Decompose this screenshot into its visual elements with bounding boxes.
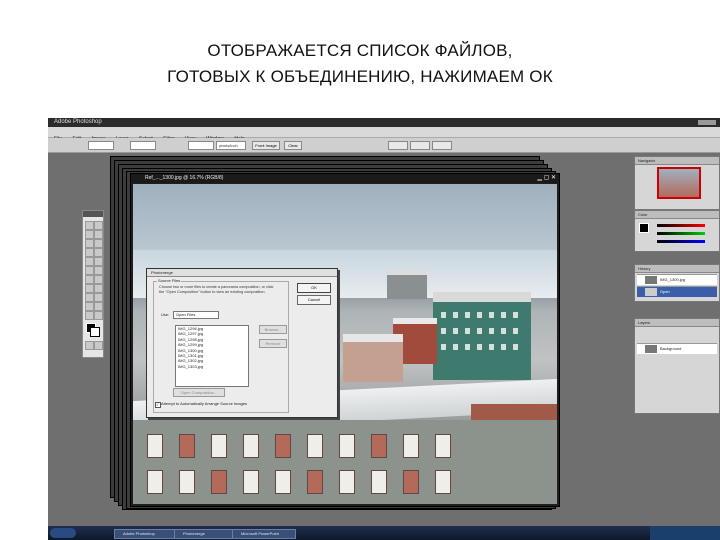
- history-brush-tool-icon[interactable]: [94, 257, 103, 266]
- layers-palette: Layers Background: [634, 318, 720, 414]
- document-window-controls[interactable]: ▁ ▢ ✕: [537, 175, 556, 182]
- eraser-tool-icon[interactable]: [85, 266, 94, 275]
- green-slider[interactable]: [657, 232, 705, 235]
- app-window-title: Adobe Photoshop: [54, 119, 102, 125]
- photo-building: [343, 334, 403, 382]
- ok-button[interactable]: OK: [297, 283, 331, 293]
- start-button[interactable]: [50, 528, 76, 538]
- brushes-tab[interactable]: [388, 141, 408, 150]
- windows-taskbar: Adobe Photoshop Photomerge Microsoft Pow…: [48, 526, 720, 540]
- photo-building: [387, 270, 427, 299]
- pen-tool-icon[interactable]: [85, 293, 94, 302]
- slide-title-line-2: ГОТОВЫХ К ОБЪЕДИНЕНИЮ, НАЖИМАЕМ ОК: [167, 67, 553, 86]
- open-composition-button[interactable]: Open Composition...: [173, 388, 225, 397]
- toolbox-header[interactable]: [83, 211, 103, 217]
- shape-tool-icon[interactable]: [94, 293, 103, 302]
- browse-button[interactable]: Browse...: [259, 325, 287, 334]
- taskbar-item-photomerge[interactable]: Photomerge: [174, 529, 234, 539]
- photo-building-green: [433, 292, 531, 380]
- red-slider[interactable]: [657, 224, 705, 227]
- source-files-group-title: Source Files: [157, 278, 182, 283]
- clear-button[interactable]: Clear: [284, 141, 302, 150]
- use-label: Use:: [161, 312, 170, 317]
- lasso-tool-icon[interactable]: [85, 230, 94, 239]
- resolution-unit-select[interactable]: pixels/inch: [216, 141, 246, 150]
- move-tool-icon[interactable]: [94, 221, 103, 230]
- navigator-thumbnail[interactable]: [657, 167, 701, 199]
- magic-wand-tool-icon[interactable]: [94, 230, 103, 239]
- navigator-tab[interactable]: Navigator: [635, 157, 719, 165]
- file-list-item[interactable]: IMG_1303.jpg: [176, 364, 248, 369]
- color-tab[interactable]: Color: [635, 211, 719, 219]
- dialog-description: Choose two or more files to create a pan…: [159, 285, 274, 294]
- zoom-tool-icon[interactable]: [94, 311, 103, 320]
- width-field[interactable]: [88, 141, 114, 150]
- quick-mask-icon[interactable]: [85, 341, 94, 350]
- hand-tool-icon[interactable]: [85, 311, 94, 320]
- slice-tool-icon[interactable]: [94, 239, 103, 248]
- notes-tool-icon[interactable]: [85, 302, 94, 311]
- slide-title-line-1: ОТОБРАЖАЕТСЯ СПИСОК ФАЙЛОВ,: [207, 41, 513, 60]
- gradient-tool-icon[interactable]: [94, 266, 103, 275]
- history-state-row[interactable]: Open: [637, 286, 717, 297]
- options-bar: pixels/inch Front Image Clear: [48, 138, 720, 153]
- front-image-button[interactable]: Front Image: [252, 141, 280, 150]
- slide-title: ОТОБРАЖАЕТСЯ СПИСОК ФАЙЛОВ, ГОТОВЫХ К ОБ…: [0, 38, 720, 90]
- brush-tool-icon[interactable]: [94, 248, 103, 257]
- height-field[interactable]: [130, 141, 156, 150]
- background-color-swatch[interactable]: [90, 327, 100, 337]
- history-palette: History IMG_1300.jpg Open: [634, 264, 720, 302]
- remove-button[interactable]: Remove: [259, 339, 287, 348]
- resolution-field[interactable]: [188, 141, 214, 150]
- blue-slider[interactable]: [657, 240, 705, 243]
- system-tray: [650, 526, 720, 540]
- window-controls[interactable]: [698, 120, 716, 125]
- dodge-tool-icon[interactable]: [94, 275, 103, 284]
- layer-row-label: Background: [660, 346, 682, 351]
- photo-building-facade: [133, 420, 557, 504]
- auto-arrange-label: Attempt to Automatically Arrange Source …: [161, 401, 248, 406]
- healing-brush-tool-icon[interactable]: [85, 248, 94, 257]
- layer-row[interactable]: Background: [637, 343, 717, 354]
- cancel-button[interactable]: Cancel: [297, 295, 331, 305]
- marquee-tool-icon[interactable]: [85, 221, 94, 230]
- use-select[interactable]: Open Files: [173, 311, 219, 319]
- toolbox: [82, 210, 104, 358]
- history-tab[interactable]: History: [635, 265, 719, 273]
- tool-presets-tab[interactable]: [410, 141, 430, 150]
- color-foreground-swatch[interactable]: [639, 223, 649, 233]
- layers-tab[interactable]: Layers: [635, 319, 719, 327]
- layer-comps-tab[interactable]: [432, 141, 452, 150]
- crop-tool-icon[interactable]: [85, 239, 94, 248]
- path-selection-tool-icon[interactable]: [85, 284, 94, 293]
- menubar: File Edit Image Layer Select Filter View…: [48, 127, 720, 142]
- photomerge-dialog: Photomerge Source Files Choose two or mo…: [146, 268, 338, 418]
- app-titlebar: Adobe Photoshop: [48, 118, 720, 127]
- type-tool-icon[interactable]: [94, 284, 103, 293]
- history-snapshot-row[interactable]: IMG_1300.jpg: [637, 274, 717, 285]
- history-row-label: IMG_1300.jpg: [660, 277, 686, 282]
- dialog-title: Photomerge: [147, 269, 337, 277]
- navigator-palette: Navigator: [634, 156, 720, 210]
- file-list[interactable]: IMG_1296.jpg IMG_1297.jpg IMG_1298.jpg I…: [175, 325, 249, 387]
- color-palette: Color: [634, 210, 720, 252]
- taskbar-item-photoshop[interactable]: Adobe Photoshop: [114, 529, 176, 539]
- blur-tool-icon[interactable]: [85, 275, 94, 284]
- photoshop-screenshot: Adobe Photoshop File Edit Image Layer Se…: [48, 118, 720, 540]
- document-title: Ref_..._1300.jpg @ 16.7% (RGB/8): [131, 174, 559, 183]
- history-state-label: Open: [660, 289, 670, 294]
- taskbar-item-powerpoint[interactable]: Microsoft PowerPoint: [232, 529, 296, 539]
- clone-stamp-tool-icon[interactable]: [85, 257, 94, 266]
- screen-mode-icon[interactable]: [94, 341, 103, 350]
- eyedropper-tool-icon[interactable]: [94, 302, 103, 311]
